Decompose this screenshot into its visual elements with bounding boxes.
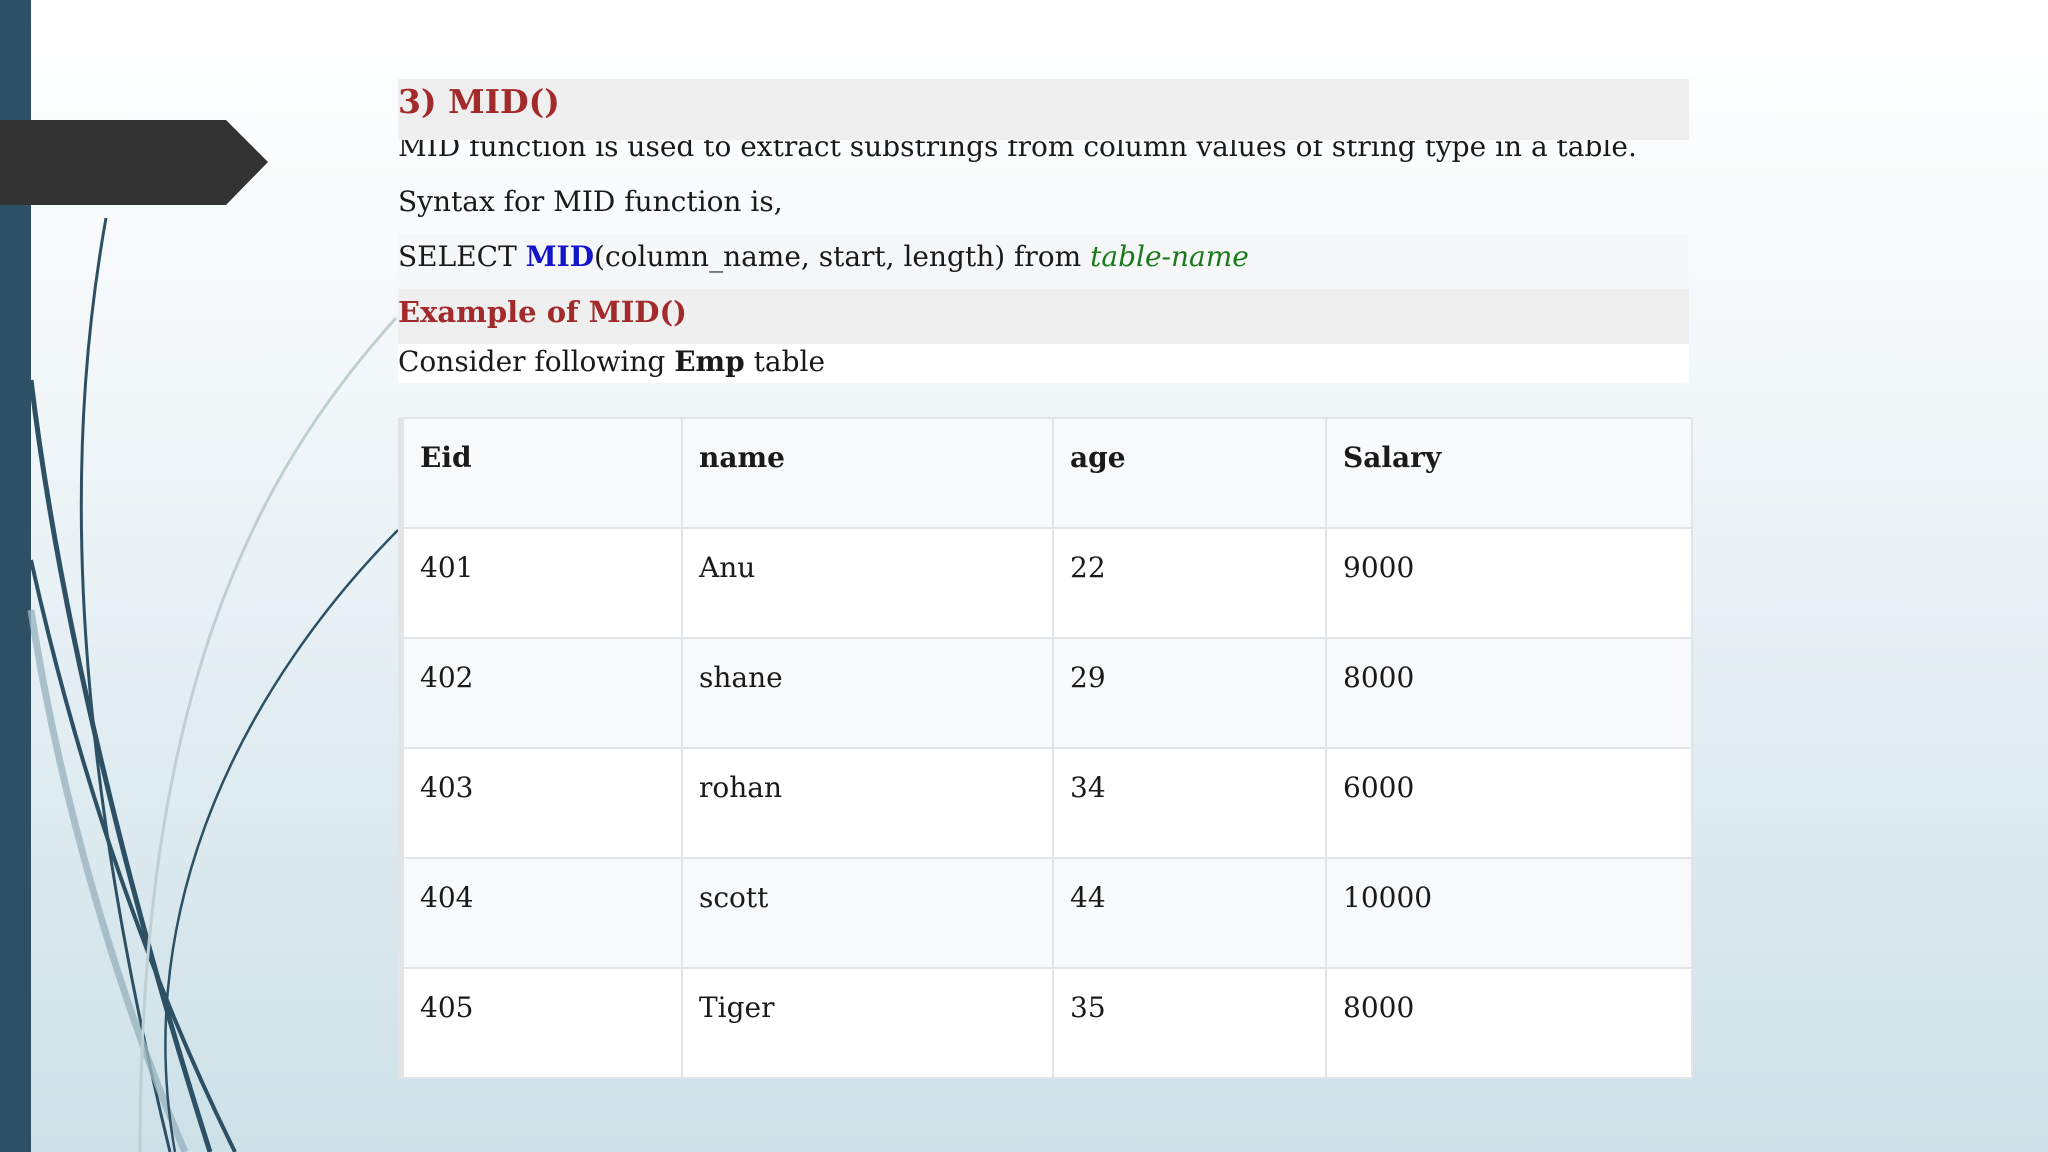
consider-line: Consider following Emp table — [398, 344, 1689, 383]
table-cell: Tiger — [681, 967, 1054, 1079]
table-cell: 44 — [1052, 857, 1327, 969]
section-heading: 3) MID() — [398, 82, 560, 121]
table-cell: 8000 — [1325, 967, 1693, 1079]
table-row: 401 Anu 22 9000 — [398, 527, 1693, 639]
emp-table: Eid name age Salary 401 Anu 22 9000 402 … — [398, 417, 1693, 1079]
slide-content: 3) MID() MID function is used to extract… — [398, 79, 1689, 383]
consider-prefix: Consider following — [398, 345, 675, 378]
syntax-prefix: SELECT — [398, 240, 526, 273]
table-row: 402 shane 29 8000 — [398, 637, 1693, 749]
table-row: 404 scott 44 10000 — [398, 857, 1693, 969]
example-heading: Example of MID() — [398, 295, 687, 329]
decorative-swoosh-lines — [27, 217, 399, 1152]
table-row: 405 Tiger 35 8000 — [398, 967, 1693, 1079]
syntax-intro: Syntax for MID function is, — [398, 185, 783, 218]
syntax-args: (column_name, start, length) from — [594, 240, 1091, 273]
syntax-keyword: MID — [525, 240, 595, 273]
syntax-table-placeholder: table-name — [1090, 240, 1249, 273]
consider-table-name: Emp — [674, 345, 745, 378]
table-cell: 404 — [398, 857, 683, 969]
table-cell: rohan — [681, 747, 1054, 859]
table-cell: scott — [681, 857, 1054, 969]
table-cell: Anu — [681, 527, 1054, 639]
table-header-cell: Eid — [398, 417, 683, 529]
table-cell: shane — [681, 637, 1054, 749]
table-row: 403 rohan 34 6000 — [398, 747, 1693, 859]
table-cell: 8000 — [1325, 637, 1693, 749]
table-cell: 29 — [1052, 637, 1327, 749]
table-cell: 10000 — [1325, 857, 1693, 969]
syntax-line: SELECT MID(column_name, start, length) f… — [398, 234, 1689, 289]
table-cell: 34 — [1052, 747, 1327, 859]
table-cell: 22 — [1052, 527, 1327, 639]
table-cell: 403 — [398, 747, 683, 859]
table-header-row: Eid name age Salary — [398, 417, 1693, 529]
consider-suffix: table — [744, 345, 826, 378]
table-cell: 6000 — [1325, 747, 1693, 859]
syntax-intro-line: Syntax for MID function is, — [398, 179, 1689, 234]
table-cell: 35 — [1052, 967, 1327, 1079]
table-header-cell: age — [1052, 417, 1327, 529]
section-heading-bar: 3) MID() — [398, 79, 1689, 140]
table-cell: 402 — [398, 637, 683, 749]
table-cell: 405 — [398, 967, 683, 1079]
table-header-cell: Salary — [1325, 417, 1693, 529]
table-cell: 9000 — [1325, 527, 1693, 639]
table-cell: 401 — [398, 527, 683, 639]
table-header-cell: name — [681, 417, 1054, 529]
example-heading-bar: Example of MID() — [398, 289, 1689, 344]
